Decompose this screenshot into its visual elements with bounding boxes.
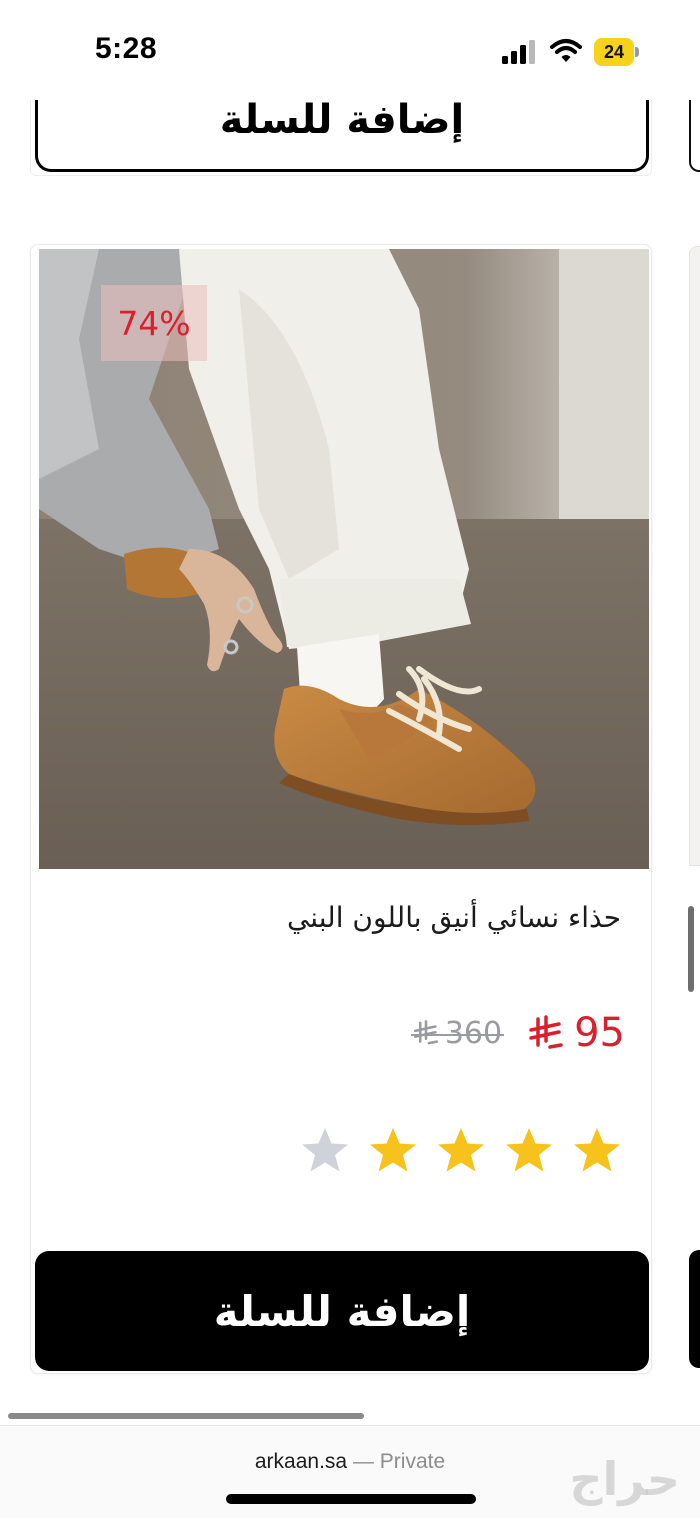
url-domain: arkaan.sa [254,1450,348,1473]
riyal-currency-icon [529,1015,563,1049]
original-price-value: 360 [444,1015,503,1051]
product-title[interactable]: حذاء نسائي أنيق باللون البني [287,901,621,934]
cellular-signal-icon [502,40,535,64]
browser-bottom-bar: arkaan.sa — Private حراج [0,1425,700,1518]
status-time: 5:28 [95,32,158,65]
url-separator: — [352,1450,374,1473]
previous-add-to-cart-button[interactable]: إضافة للسلة [35,90,649,172]
product-card[interactable]: 74% حذاء نسائي أنيق باللون البني 95 360 [30,244,652,1374]
battery-level: 24 [594,38,634,66]
add-to-cart-button[interactable]: إضافة للسلة [35,1251,649,1371]
wifi-icon [550,39,582,62]
current-price: 95 [528,1010,625,1056]
star-filled-icon [574,1128,620,1172]
price-row: 95 360 [410,1009,625,1057]
current-price-value: 95 [574,1010,625,1056]
battery-icon: 24 [594,38,640,66]
vertical-scrollbar[interactable] [688,906,694,992]
home-indicator[interactable] [226,1494,476,1504]
horizontal-scrollbar[interactable] [8,1413,364,1419]
watermark: حراج [569,1452,680,1506]
add-to-cart-label: إضافة للسلة [213,1286,471,1336]
star-filled-icon [506,1128,552,1172]
next-product-card-edge[interactable] [689,246,700,866]
original-price: 360 [410,1015,505,1051]
browsing-mode: Private [379,1450,446,1473]
previous-add-to-cart-label: إضافة للسلة [219,96,465,143]
star-filled-icon [438,1128,484,1172]
status-bar: 5:28 24 [0,0,700,100]
star-filled-icon [370,1128,416,1172]
next-add-to-cart-button-edge[interactable] [689,1250,700,1368]
discount-badge: 74% [101,285,207,361]
star-empty-icon [302,1128,348,1172]
next-card-button-edge[interactable] [689,100,700,172]
product-image[interactable]: 74% [39,249,649,869]
previous-product-card: إضافة للسلة [30,90,652,176]
riyal-currency-icon [413,1020,438,1045]
page-content: إضافة للسلة 74% حذاء نسائي أنيق باللون ا… [0,0,700,1425]
rating-stars [299,1125,623,1177]
